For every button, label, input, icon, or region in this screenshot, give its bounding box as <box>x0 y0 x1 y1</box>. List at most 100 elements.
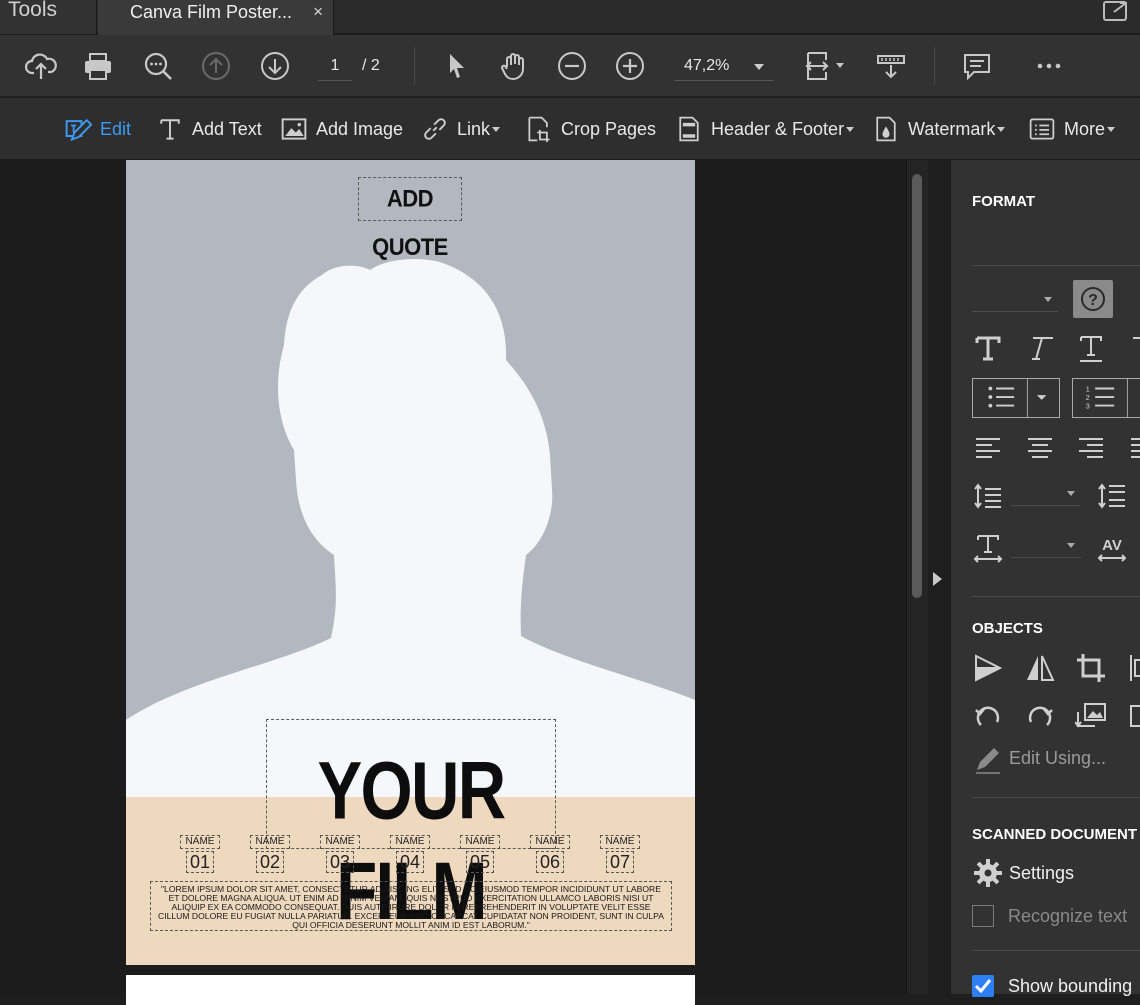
pdf-page[interactable]: ADD QUOTE YOUR FILM NAME 01 NAME 02 NAME 03… <box>126 160 695 965</box>
more-tools-icon <box>1029 118 1055 140</box>
hand-tool-icon[interactable] <box>496 48 532 84</box>
document-canvas[interactable]: ADD QUOTE YOUR FILM NAME 01 NAME 02 NAME 03… <box>0 160 905 1005</box>
scrollbar-thumb[interactable] <box>912 174 922 598</box>
text-bold-icon[interactable] <box>972 332 1004 364</box>
scanned-document-heading: SCANNED DOCUMENT <box>972 826 1137 843</box>
align-center-icon[interactable] <box>1024 430 1056 462</box>
header-footer-label: Header & Footer <box>711 118 845 139</box>
more-icon[interactable] <box>1031 48 1067 84</box>
help-button[interactable]: ? <box>1073 280 1113 318</box>
line-spacing-icon[interactable] <box>972 480 1004 512</box>
chevron-down-icon <box>997 126 1006 132</box>
credit-item[interactable]: NAME 05 <box>460 835 500 873</box>
crop-pages-icon <box>528 116 550 143</box>
line-spacing-select[interactable] <box>1011 482 1081 506</box>
credit-item[interactable]: NAME 04 <box>390 835 430 873</box>
flip-horizontal-triangle-icon[interactable] <box>972 652 1004 684</box>
chevron-down-icon <box>1067 491 1075 496</box>
upload-cloud-icon[interactable] <box>23 48 59 84</box>
print-icon[interactable] <box>80 48 116 84</box>
text-italic-icon[interactable] <box>1024 332 1056 364</box>
rotate-left-icon[interactable] <box>972 700 1004 732</box>
collapse-panel-icon[interactable] <box>930 570 944 588</box>
credit-number: 07 <box>606 851 634 873</box>
credit-item[interactable]: NAME 02 <box>250 835 290 873</box>
film-title-text[interactable]: YOUR FILM <box>286 740 535 937</box>
credit-item[interactable]: NAME 03 <box>320 835 360 873</box>
align-left-icon[interactable] <box>972 430 1004 462</box>
paragraph-spacing-icon[interactable] <box>1096 480 1128 512</box>
character-scale-icon[interactable] <box>972 532 1004 564</box>
chevron-down-icon <box>492 126 501 132</box>
close-tab-icon[interactable]: × <box>313 2 323 22</box>
page-number-input[interactable]: 1 <box>318 51 352 81</box>
tab-document-title: Canva Film Poster... <box>130 2 293 22</box>
credit-item[interactable]: NAME 01 <box>180 835 220 873</box>
more-tools-label: More <box>1064 118 1106 139</box>
text-strikethrough-icon[interactable] <box>1127 332 1140 364</box>
edit-using-button[interactable]: Edit Using... <box>1009 748 1106 769</box>
next-page-icon[interactable] <box>257 48 293 84</box>
crop-pages-label: Crop Pages <box>561 118 657 139</box>
watermark-label: Watermark <box>908 118 996 139</box>
add-image-label: Add Image <box>316 118 404 139</box>
credit-name: NAME <box>600 835 640 849</box>
character-scale-select[interactable] <box>1011 534 1081 558</box>
tab-tools[interactable]: Tools <box>0 0 97 34</box>
body-text-box[interactable]: "Lorem ipsum dolor sit amet, consectetur… <box>150 881 672 931</box>
zoom-out-icon[interactable] <box>554 48 590 84</box>
add-quote-text[interactable]: ADD QUOTE <box>358 175 462 261</box>
recognize-text-checkbox[interactable] <box>972 905 994 927</box>
page-fit-icon[interactable] <box>800 48 848 84</box>
add-text-label: Add Text <box>192 118 262 139</box>
credit-item[interactable]: NAME 06 <box>530 835 570 873</box>
numbered-list-icon: 123 <box>1086 379 1128 417</box>
credit-number: 02 <box>256 851 284 873</box>
replace-image-icon[interactable] <box>1074 700 1107 732</box>
bullet-list-icon <box>988 379 1047 417</box>
credit-name: NAME <box>460 835 500 849</box>
header-footer-button[interactable]: Header & Footer <box>675 112 855 146</box>
link-button[interactable]: Link <box>421 112 501 146</box>
select-pointer-icon[interactable] <box>438 48 474 84</box>
rotate-right-icon[interactable] <box>1024 700 1056 732</box>
credit-name: NAME <box>320 835 360 849</box>
scroll-mode-icon[interactable] <box>873 48 909 84</box>
chevron-down-icon <box>846 126 855 132</box>
crop-pages-button[interactable]: Crop Pages <box>525 112 656 146</box>
align-justify-icon[interactable] <box>1127 430 1140 462</box>
zoom-search-icon[interactable] <box>140 48 176 84</box>
prev-page-icon[interactable] <box>198 48 234 84</box>
numbered-list-select[interactable]: 123 <box>1072 378 1140 418</box>
text-underline-icon[interactable] <box>1075 332 1107 364</box>
panel-divider <box>972 950 1140 951</box>
recognize-text-label[interactable]: Recognize text <box>1008 906 1127 927</box>
crop-icon[interactable] <box>1075 652 1107 684</box>
gear-icon[interactable] <box>972 857 1004 889</box>
comment-icon[interactable] <box>959 48 995 84</box>
edit-button[interactable]: Edit <box>64 112 131 146</box>
zoom-level-select[interactable]: 47,2% <box>674 51 774 81</box>
more-tools-button[interactable]: More <box>1028 112 1116 146</box>
align-objects-icon[interactable] <box>1127 652 1140 684</box>
settings-button[interactable]: Settings <box>1009 863 1074 884</box>
align-right-icon[interactable] <box>1075 430 1107 462</box>
chevron-down-icon <box>1107 126 1116 132</box>
bullet-list-select[interactable] <box>972 378 1060 418</box>
character-spacing-icon[interactable]: AV <box>1096 532 1128 564</box>
arrange-objects-icon[interactable] <box>1127 700 1140 732</box>
watermark-button[interactable]: Watermark <box>872 112 1006 146</box>
pdf-page-2[interactable] <box>126 975 695 1005</box>
question-mark-icon: ? <box>1081 287 1105 311</box>
panel-divider <box>972 265 1140 266</box>
tab-document[interactable]: Canva Film Poster... × <box>98 0 334 35</box>
vertical-scrollbar[interactable] <box>906 160 928 994</box>
add-image-button[interactable]: Add Image <box>280 112 403 146</box>
zoom-in-icon[interactable] <box>612 48 648 84</box>
add-text-button[interactable]: Add Text <box>156 112 262 146</box>
flip-vertical-icon[interactable] <box>1024 652 1056 684</box>
share-icon[interactable] <box>1100 0 1140 24</box>
font-family-select[interactable] <box>972 288 1058 312</box>
credit-item[interactable]: NAME 07 <box>600 835 640 873</box>
credit-name: NAME <box>390 835 430 849</box>
